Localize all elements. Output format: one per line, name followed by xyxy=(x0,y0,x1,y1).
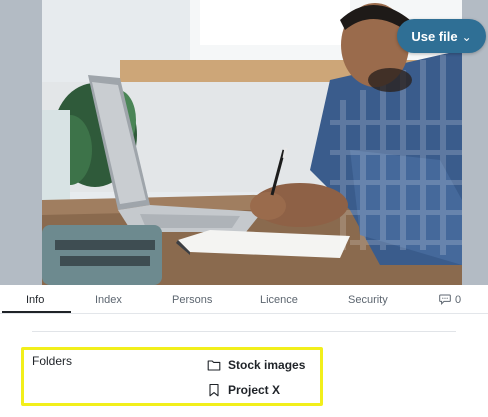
tab-label: Index xyxy=(95,293,122,306)
file-preview-image: Use file ⌄ xyxy=(0,0,488,285)
folder-name: Stock images xyxy=(228,358,306,372)
folder-icon xyxy=(207,360,221,371)
folders-label: Folders xyxy=(32,354,73,368)
tab-licence[interactable]: Licence xyxy=(260,285,298,314)
file-detail-panel: Use file ⌄ Info Index Persons Licence Se… xyxy=(0,0,488,417)
comment-count: 0 xyxy=(455,293,462,306)
tab-info[interactable]: Info xyxy=(26,285,44,314)
use-file-button[interactable]: Use file ⌄ xyxy=(397,19,486,53)
bookmark-icon xyxy=(209,383,219,397)
use-file-label: Use file xyxy=(411,28,458,44)
tab-index[interactable]: Index xyxy=(95,285,122,314)
chevron-down-icon: ⌄ xyxy=(461,30,472,44)
tab-label: Persons xyxy=(172,293,213,306)
tab-label: Security xyxy=(348,293,388,306)
comment-icon xyxy=(439,294,451,305)
folder-name: Project X xyxy=(228,383,281,397)
section-divider xyxy=(32,331,456,332)
folder-link-stock-images[interactable]: Stock images xyxy=(207,356,305,374)
folder-link-project-x[interactable]: Project X xyxy=(207,381,280,399)
tab-label: Licence xyxy=(260,293,298,306)
tab-label: Info xyxy=(26,293,45,306)
detail-tabs: Info Index Persons Licence Security 0 xyxy=(0,285,488,314)
active-tab-indicator xyxy=(2,311,71,313)
tab-security[interactable]: Security xyxy=(348,285,388,314)
tab-persons[interactable]: Persons xyxy=(172,285,212,314)
tab-comments[interactable]: 0 xyxy=(439,285,461,314)
